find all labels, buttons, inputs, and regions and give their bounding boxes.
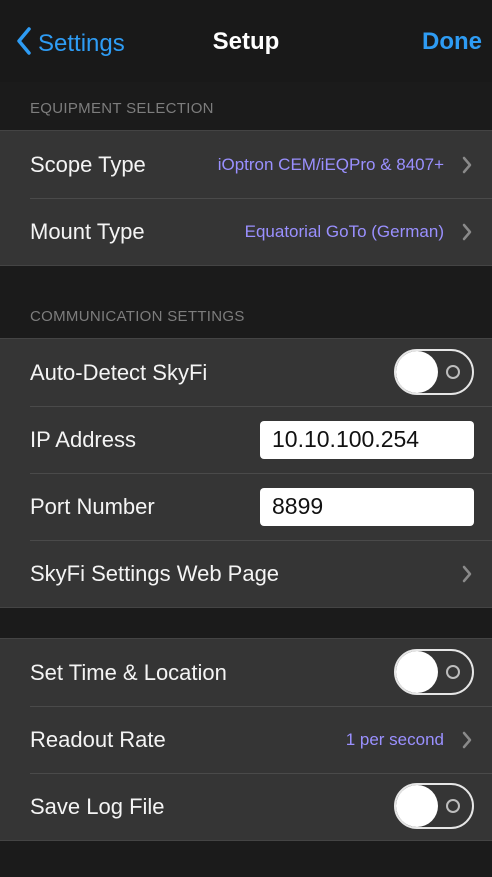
readout-rate-label: Readout Rate bbox=[30, 726, 166, 752]
toggle-off-icon bbox=[446, 798, 460, 813]
ip-address-field[interactable]: 10.10.100.254 bbox=[260, 420, 474, 459]
communication-group: Auto-Detect SkyFi IP Address 10.10.100.2… bbox=[0, 338, 492, 608]
equipment-section-header: EQUIPMENT SELECTION bbox=[30, 100, 214, 117]
page-title: Setup bbox=[212, 28, 280, 55]
web-page-row[interactable]: SkyFi Settings Web Page bbox=[0, 540, 492, 607]
set-time-row: Set Time & Location bbox=[0, 639, 492, 706]
toggle-off-icon bbox=[446, 664, 460, 679]
mount-type-row[interactable]: Mount Type Equatorial GoTo (German) bbox=[0, 198, 492, 265]
mount-type-value: Equatorial GoTo (German) bbox=[244, 221, 444, 241]
chevron-right-icon bbox=[462, 156, 472, 179]
readout-rate-value: 1 per second bbox=[345, 729, 444, 749]
toggle-knob bbox=[396, 650, 438, 693]
toggle-off-icon bbox=[446, 364, 460, 379]
equipment-group: Scope Type iOptron CEM/iEQPro & 8407+ Mo… bbox=[0, 130, 492, 266]
done-button[interactable]: Done bbox=[422, 28, 482, 56]
save-log-row: Save Log File bbox=[0, 773, 492, 840]
navigation-bar: Settings Setup Done bbox=[0, 0, 492, 82]
chevron-right-icon bbox=[462, 731, 472, 754]
ip-address-row: IP Address 10.10.100.254 bbox=[0, 406, 492, 473]
scope-type-value: iOptron CEM/iEQPro & 8407+ bbox=[217, 154, 444, 174]
web-page-label: SkyFi Settings Web Page bbox=[30, 560, 280, 586]
port-number-field[interactable]: 8899 bbox=[260, 487, 474, 526]
chevron-right-icon bbox=[462, 565, 472, 588]
chevron-right-icon bbox=[462, 223, 472, 246]
set-time-label: Set Time & Location bbox=[30, 659, 227, 685]
port-number-label: Port Number bbox=[30, 493, 155, 519]
readout-rate-row[interactable]: Readout Rate 1 per second bbox=[0, 706, 492, 773]
toggle-knob bbox=[396, 784, 438, 827]
scope-type-row[interactable]: Scope Type iOptron CEM/iEQPro & 8407+ bbox=[0, 131, 492, 198]
ip-address-label: IP Address bbox=[30, 426, 136, 452]
misc-group: Set Time & Location Readout Rate 1 per s… bbox=[0, 638, 492, 841]
communication-section-header: COMMUNICATION SETTINGS bbox=[30, 308, 245, 325]
auto-detect-toggle[interactable] bbox=[394, 348, 474, 395]
save-log-label: Save Log File bbox=[30, 793, 165, 819]
set-time-toggle[interactable] bbox=[394, 648, 474, 695]
scope-type-label: Scope Type bbox=[30, 151, 146, 177]
auto-detect-label: Auto-Detect SkyFi bbox=[30, 359, 208, 385]
port-number-row: Port Number 8899 bbox=[0, 473, 492, 540]
save-log-toggle[interactable] bbox=[394, 782, 474, 829]
mount-type-label: Mount Type bbox=[30, 218, 145, 244]
auto-detect-row: Auto-Detect SkyFi bbox=[0, 339, 492, 406]
toggle-knob bbox=[396, 350, 438, 393]
